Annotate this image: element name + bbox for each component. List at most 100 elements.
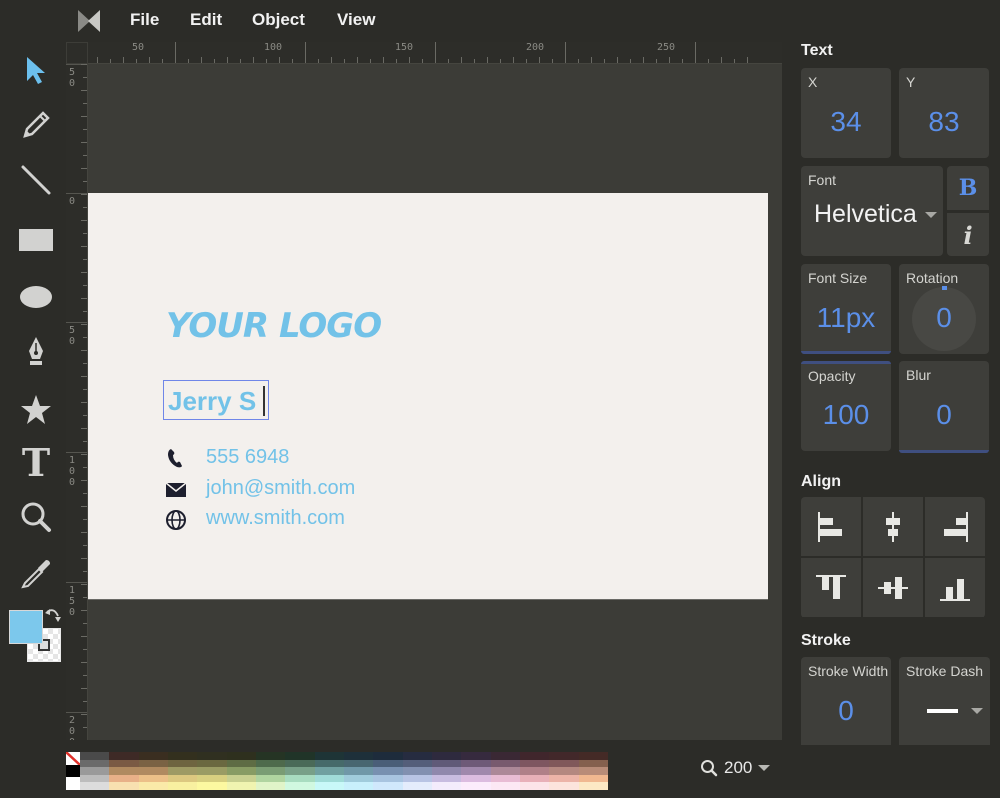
menu-edit[interactable]: Edit <box>190 10 222 30</box>
palette-swatch[interactable] <box>549 767 579 775</box>
blur-slider[interactable] <box>899 450 989 453</box>
palette-swatch[interactable] <box>255 774 286 783</box>
font-size-field[interactable]: Font Size 11px <box>801 264 891 354</box>
ruler-vertical[interactable]: 50 0 50 100 150 200 <box>66 64 88 740</box>
palette-swatch[interactable] <box>549 759 579 768</box>
palette-swatch[interactable] <box>167 752 198 760</box>
opacity-slider[interactable] <box>801 361 891 364</box>
palette-swatch[interactable] <box>402 752 432 760</box>
palette-swatch[interactable] <box>80 759 110 768</box>
palette-swatch[interactable] <box>490 774 520 783</box>
tool-star[interactable] <box>14 388 58 432</box>
palette-swatch[interactable] <box>549 774 579 783</box>
palette-swatch[interactable] <box>343 774 374 783</box>
palette-swatch[interactable] <box>431 759 462 768</box>
tool-pen[interactable] <box>14 330 58 374</box>
palette-white-swatch[interactable] <box>66 777 80 791</box>
palette-swatch[interactable] <box>314 774 344 783</box>
palette-swatch[interactable] <box>255 782 286 790</box>
palette-swatch[interactable] <box>343 782 374 790</box>
palette-swatch[interactable] <box>197 759 227 768</box>
palette-swatch[interactable] <box>285 752 315 760</box>
palette-swatch[interactable] <box>461 752 491 760</box>
palette-swatch[interactable] <box>490 759 520 768</box>
opacity-field[interactable]: Opacity 100 <box>801 361 891 451</box>
palette-swatch[interactable] <box>461 782 491 790</box>
palette-swatch[interactable] <box>167 782 198 790</box>
palette-swatch[interactable] <box>226 752 256 760</box>
palette-swatch[interactable] <box>519 767 550 775</box>
tool-pencil[interactable] <box>14 103 58 147</box>
align-middle-button[interactable] <box>863 558 923 617</box>
align-center-button[interactable] <box>863 497 923 556</box>
palette-swatch[interactable] <box>285 774 315 783</box>
palette-swatch[interactable] <box>109 752 139 760</box>
email-text[interactable]: john@smith.com <box>206 477 355 500</box>
name-text[interactable]: Jerry S <box>168 386 256 417</box>
blur-value[interactable]: 0 <box>899 399 989 431</box>
palette-swatch[interactable] <box>373 767 403 775</box>
font-dropdown-icon[interactable] <box>925 212 937 220</box>
rotation-dial-handle[interactable] <box>942 286 947 290</box>
italic-button[interactable]: i <box>947 213 989 256</box>
bold-button[interactable]: B <box>947 166 989 210</box>
palette-swatch[interactable] <box>255 752 286 760</box>
palette-swatch[interactable] <box>109 759 139 768</box>
palette-swatch[interactable] <box>373 782 403 790</box>
palette-swatch[interactable] <box>461 767 491 775</box>
palette-swatch[interactable] <box>226 782 256 790</box>
blur-field[interactable]: Blur 0 <box>899 361 989 453</box>
tool-line[interactable] <box>14 158 58 202</box>
palette-swatch[interactable] <box>431 752 462 760</box>
zoom-value[interactable]: 200 <box>724 758 752 778</box>
palette-swatch[interactable] <box>402 782 432 790</box>
palette-swatch[interactable] <box>373 774 403 783</box>
stroke-width-value[interactable]: 0 <box>801 695 891 727</box>
palette-swatch[interactable] <box>490 767 520 775</box>
website-text[interactable]: www.smith.com <box>206 507 345 530</box>
x-field[interactable]: X 34 <box>801 68 891 158</box>
palette-swatch[interactable] <box>285 782 315 790</box>
palette-swatch[interactable] <box>197 774 227 783</box>
palette-black-swatch[interactable] <box>66 764 80 778</box>
font-size-value[interactable]: 11px <box>801 302 891 334</box>
palette-swatch[interactable] <box>285 759 315 768</box>
palette-swatch[interactable] <box>226 774 256 783</box>
palette-swatch[interactable] <box>197 767 227 775</box>
palette-swatch[interactable] <box>431 782 462 790</box>
palette-swatch[interactable] <box>80 774 110 783</box>
tool-zoom[interactable] <box>14 495 58 539</box>
palette-swatch[interactable] <box>138 752 168 760</box>
stroke-width-field[interactable]: Stroke Width 0 <box>801 657 891 745</box>
palette-swatch[interactable] <box>519 782 550 790</box>
palette-swatch[interactable] <box>285 767 315 775</box>
palette-swatch[interactable] <box>549 782 579 790</box>
align-right-button[interactable] <box>925 497 985 556</box>
palette-swatch[interactable] <box>109 767 139 775</box>
palette-swatch[interactable] <box>519 759 550 768</box>
palette-swatch[interactable] <box>314 767 344 775</box>
palette-swatch[interactable] <box>578 752 608 760</box>
palette-swatch[interactable] <box>255 759 286 768</box>
palette-swatch[interactable] <box>314 759 344 768</box>
palette-swatch[interactable] <box>402 759 432 768</box>
rotation-value[interactable]: 0 <box>899 302 989 334</box>
tool-ellipse[interactable] <box>14 275 58 319</box>
palette-swatch[interactable] <box>197 752 227 760</box>
logo-text[interactable]: YOUR LOGO <box>166 306 382 346</box>
palette-swatch[interactable] <box>431 774 462 783</box>
menu-object[interactable]: Object <box>252 10 305 30</box>
zoom-dropdown-icon[interactable] <box>758 764 771 772</box>
palette-swatch[interactable] <box>373 752 403 760</box>
palette-swatch[interactable] <box>109 774 139 783</box>
palette-swatch[interactable] <box>343 767 374 775</box>
rotation-field[interactable]: Rotation 0 <box>899 264 989 354</box>
palette-swatch[interactable] <box>314 782 344 790</box>
menu-view[interactable]: View <box>337 10 375 30</box>
x-value[interactable]: 34 <box>801 106 891 138</box>
palette-swatch[interactable] <box>431 767 462 775</box>
palette-swatch[interactable] <box>226 767 256 775</box>
palette-swatch[interactable] <box>197 782 227 790</box>
palette-swatch[interactable] <box>402 774 432 783</box>
palette-swatch[interactable] <box>314 752 344 760</box>
